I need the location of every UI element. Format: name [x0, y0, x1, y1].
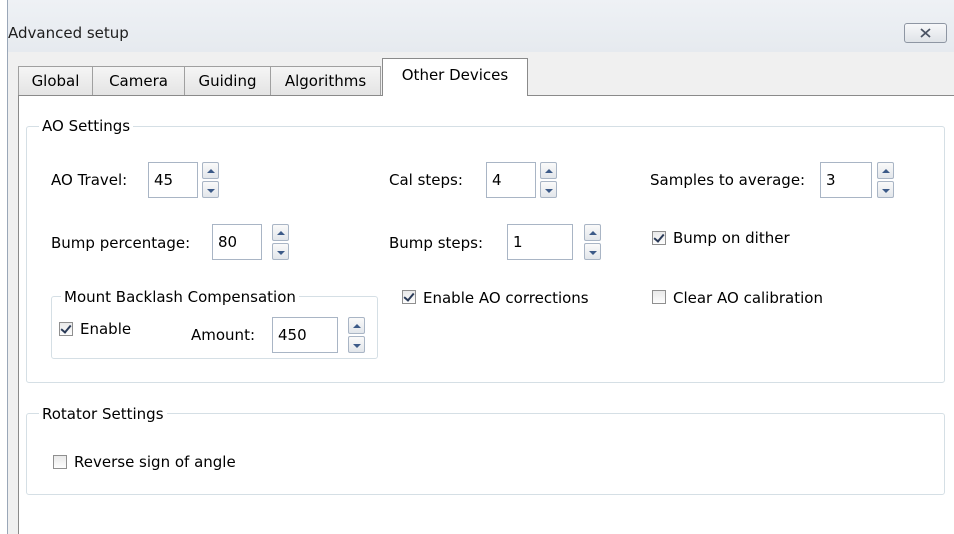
bump-percentage-label: Bump percentage: [51, 234, 191, 252]
backlash-amount-label: Amount: [191, 326, 255, 344]
enable-ao-corrections-checkbox[interactable] [402, 290, 416, 304]
ao-travel-spinner[interactable] [202, 162, 219, 198]
mount-backlash-legend: Mount Backlash Compensation [61, 288, 299, 306]
arrow-up-icon[interactable] [348, 317, 365, 334]
ao-travel-input[interactable]: 45 [148, 162, 198, 198]
arrow-down-icon[interactable] [272, 243, 289, 260]
reverse-sign-checkbox[interactable] [53, 455, 67, 469]
backlash-amount-spinner[interactable] [348, 317, 365, 353]
samples-to-average-label: Samples to average: [650, 171, 806, 189]
arrow-up-icon[interactable] [584, 224, 601, 241]
cal-steps-label: Cal steps: [389, 171, 463, 189]
reverse-sign-label: Reverse sign of angle [74, 453, 236, 471]
bump-steps-input[interactable]: 1 [507, 224, 573, 260]
ao-settings-legend: AO Settings [39, 117, 134, 135]
title-bar: Advanced setup [8, 0, 954, 52]
cal-steps-spinner[interactable] [540, 162, 557, 198]
rotator-settings-legend: Rotator Settings [39, 405, 167, 423]
backlash-amount-input[interactable]: 450 [272, 317, 338, 353]
bump-percentage-input[interactable]: 80 [212, 224, 262, 260]
arrow-down-icon[interactable] [348, 336, 365, 353]
tab-global[interactable]: Global [18, 66, 93, 95]
arrow-up-icon[interactable] [877, 162, 894, 179]
tab-other-devices[interactable]: Other Devices [382, 58, 528, 96]
bump-on-dither-label: Bump on dither [673, 229, 790, 247]
bump-percentage-spinner[interactable] [272, 224, 289, 260]
clear-ao-calibration-checkbox[interactable] [652, 290, 666, 304]
window-title: Advanced setup [8, 24, 129, 42]
cal-steps-input[interactable]: 4 [486, 162, 536, 198]
advanced-setup-window: Advanced setup Global Camera Guiding Alg… [7, 0, 954, 534]
backlash-enable-label: Enable [80, 320, 132, 338]
arrow-down-icon[interactable] [202, 181, 219, 198]
tab-guiding[interactable]: Guiding [184, 66, 271, 95]
arrow-down-icon[interactable] [877, 181, 894, 198]
bump-on-dither-checkbox[interactable] [652, 231, 666, 245]
tab-panel-other-devices: AO Settings AO Travel: 45 Cal steps: 4 S… [18, 95, 954, 534]
clear-ao-calibration-label: Clear AO calibration [673, 289, 823, 307]
tab-algorithms[interactable]: Algorithms [270, 66, 381, 95]
arrow-up-icon[interactable] [540, 162, 557, 179]
tab-strip: Global Camera Guiding Algorithms Other D… [8, 55, 954, 96]
tab-camera[interactable]: Camera [92, 66, 185, 95]
bump-steps-spinner[interactable] [584, 224, 601, 260]
ao-travel-label: AO Travel: [51, 171, 128, 189]
arrow-up-icon[interactable] [202, 162, 219, 179]
arrow-down-icon[interactable] [584, 243, 601, 260]
backlash-enable-checkbox[interactable] [59, 322, 73, 336]
arrow-down-icon[interactable] [540, 181, 557, 198]
arrow-up-icon[interactable] [272, 224, 289, 241]
bump-steps-label: Bump steps: [389, 234, 484, 252]
close-x-icon [920, 28, 931, 38]
samples-to-average-spinner[interactable] [877, 162, 894, 198]
enable-ao-corrections-label: Enable AO corrections [423, 289, 589, 307]
samples-to-average-input[interactable]: 3 [820, 162, 872, 198]
close-button[interactable] [904, 23, 947, 43]
